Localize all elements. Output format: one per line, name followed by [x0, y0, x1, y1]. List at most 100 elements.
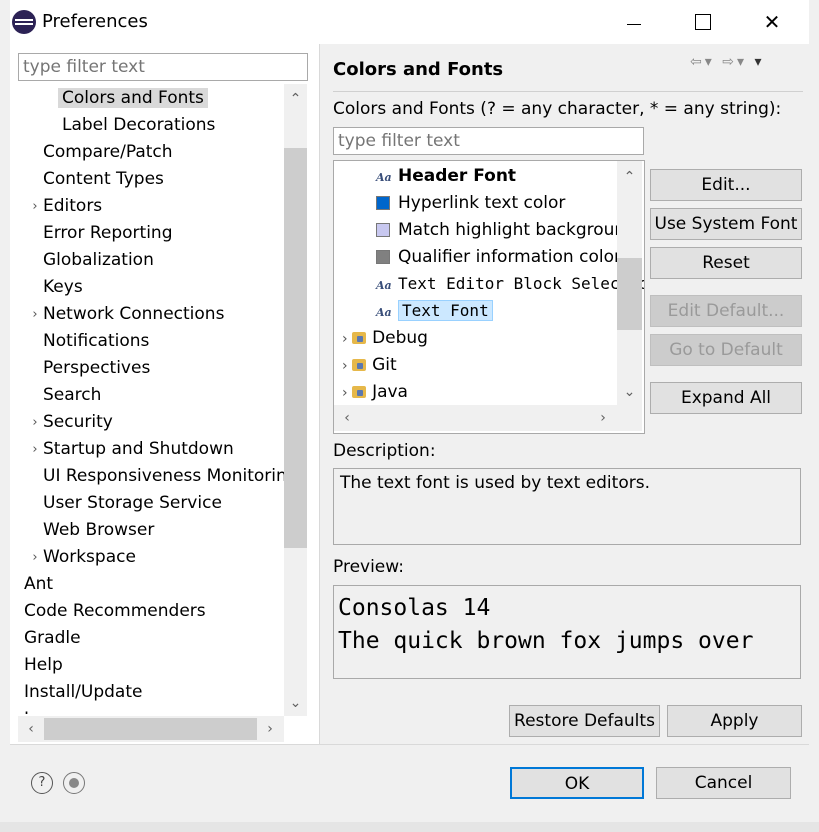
expand-all-button[interactable]: Expand All — [650, 382, 802, 414]
colors-tree-scroll-thumb[interactable] — [617, 258, 642, 330]
expand-arrow-icon[interactable]: › — [342, 331, 352, 347]
scroll-down-icon[interactable]: ⌄ — [284, 692, 307, 714]
expand-arrow-icon[interactable]: › — [18, 598, 23, 625]
tree-item-label: Search — [43, 385, 102, 405]
close-button[interactable]: ✕ — [749, 4, 795, 40]
tree-item-label: Content Types — [43, 169, 164, 189]
tree-item[interactable]: Content Types — [43, 166, 164, 193]
forward-menu-icon[interactable]: ▾ — [737, 54, 747, 70]
scroll-up-icon[interactable]: ⌃ — [284, 88, 307, 110]
background-right — [809, 0, 819, 832]
tree-item[interactable]: › Startup and Shutdown — [32, 436, 233, 463]
use-system-font-button[interactable]: Use System Font — [650, 208, 802, 240]
colors-scroll-right-icon[interactable]: › — [592, 407, 614, 429]
tree-item[interactable]: Globalization — [43, 247, 154, 274]
expand-arrow-icon[interactable]: › — [342, 358, 352, 374]
right-filter-input[interactable] — [334, 128, 643, 154]
expand-arrow-icon[interactable]: › — [342, 385, 352, 401]
tree-item[interactable]: › Security — [32, 409, 112, 436]
background-bottom — [0, 822, 819, 832]
forward-arrow-icon[interactable]: ⇨ — [722, 54, 737, 70]
tree-item-label: Compare/Patch — [43, 142, 173, 162]
color-font-item[interactable]: › Debug — [342, 325, 428, 351]
tree-item[interactable]: Notifications — [43, 328, 149, 355]
color-font-item[interactable]: Aa Header Font — [376, 163, 516, 189]
colors-scroll-left-icon[interactable]: ‹ — [336, 407, 358, 429]
font-icon: Aa — [376, 306, 392, 319]
ok-button[interactable]: OK — [510, 767, 644, 799]
tree-item-label: Web Browser — [43, 520, 155, 540]
tree-item-label: Workspace — [43, 547, 136, 567]
tree-item-label: Keys — [43, 277, 83, 297]
tree-item[interactable]: Colors and Fonts — [58, 85, 208, 112]
go-to-default-button[interactable]: Go to Default — [650, 334, 802, 366]
left-vertical-scroll-thumb[interactable] — [284, 148, 307, 548]
tree-item[interactable]: UI Responsiveness Monitoring — [43, 463, 284, 490]
color-font-item[interactable]: Aa Text Editor Block Selection Font — [376, 271, 644, 297]
left-filter-field[interactable] — [18, 53, 308, 81]
tree-item[interactable]: Error Reporting — [43, 220, 172, 247]
expand-arrow-icon[interactable]: › — [28, 409, 42, 436]
expand-arrow-icon[interactable]: › — [18, 706, 23, 714]
preference-tree[interactable]: Colors and Fonts Label Decorations Compare… — [18, 84, 284, 714]
left-horizontal-scroll-thumb[interactable] — [44, 718, 257, 740]
navigation-arrows[interactable]: ⇦▾ ⇨▾ ▾ — [690, 54, 764, 70]
expand-arrow-icon[interactable]: › — [28, 544, 42, 571]
maximize-button[interactable] — [680, 4, 726, 40]
edit-button[interactable]: Edit... — [650, 169, 802, 201]
tree-item[interactable]: Search — [43, 382, 101, 409]
tree-item[interactable]: User Storage Service — [43, 490, 222, 517]
colors-scroll-up-icon[interactable]: ⌃ — [617, 166, 642, 188]
expand-arrow-icon[interactable]: › — [18, 652, 23, 679]
record-icon[interactable] — [63, 772, 85, 794]
color-font-item[interactable]: › Java — [342, 379, 408, 405]
colors-fonts-tree[interactable]: Aa Header Font Hyperlink text color Match h… — [333, 160, 645, 434]
cancel-button[interactable]: Cancel — [656, 767, 791, 799]
expand-arrow-icon[interactable]: › — [28, 301, 42, 328]
tree-item[interactable]: ›Help — [18, 652, 63, 679]
tree-item[interactable]: Compare/Patch — [43, 139, 173, 166]
color-font-item[interactable]: Qualifier information color — [376, 244, 621, 270]
minimize-button[interactable] — [611, 4, 657, 40]
footer-separator — [10, 744, 809, 745]
back-menu-icon[interactable]: ▾ — [705, 54, 715, 70]
scroll-right-icon[interactable]: › — [259, 718, 281, 740]
edit-default-button[interactable]: Edit Default... — [650, 295, 802, 327]
tree-item-label: UI Responsiveness Monitoring — [43, 466, 284, 486]
right-filter-field[interactable] — [333, 127, 644, 155]
tree-item[interactable]: Web Browser — [43, 517, 154, 544]
color-font-item[interactable]: Match highlight background — [376, 217, 636, 243]
color-font-item[interactable]: › Git — [342, 352, 397, 378]
apply-button[interactable]: Apply — [667, 705, 802, 737]
expand-arrow-icon[interactable]: › — [28, 193, 42, 220]
tree-item[interactable]: › Workspace — [32, 544, 136, 571]
colors-scroll-down-icon[interactable]: ⌄ — [617, 381, 642, 403]
tree-item[interactable]: › Editors — [32, 193, 102, 220]
help-icon[interactable]: ? — [31, 772, 53, 794]
tree-item-label: Notifications — [43, 331, 150, 351]
view-menu-icon[interactable]: ▾ — [754, 54, 764, 70]
preview-line: The quick brown fox jumps over — [338, 628, 754, 654]
left-filter-input[interactable] — [19, 54, 307, 80]
back-arrow-icon[interactable]: ⇦ — [690, 54, 705, 70]
scroll-left-icon[interactable]: ‹ — [20, 718, 42, 740]
tree-item[interactable]: Label Decorations — [62, 112, 215, 139]
tree-item[interactable]: ›Java — [18, 706, 60, 714]
reset-button[interactable]: Reset — [650, 247, 802, 279]
tree-item[interactable]: Keys — [43, 274, 83, 301]
expand-arrow-icon[interactable]: › — [18, 571, 23, 598]
tree-item[interactable]: Gradle — [24, 625, 81, 652]
background-left — [0, 0, 10, 832]
color-font-item[interactable]: Aa Text Font — [376, 298, 493, 324]
tree-item[interactable]: › Network Connections — [32, 301, 224, 328]
tree-item[interactable]: ›Ant — [18, 571, 53, 598]
expand-arrow-icon[interactable]: › — [28, 436, 42, 463]
restore-defaults-button[interactable]: Restore Defaults — [509, 705, 660, 737]
tree-item[interactable]: ›Code Recommenders — [18, 598, 206, 625]
tree-item[interactable]: ›Install/Update — [18, 679, 142, 706]
page-title: Colors and Fonts — [333, 59, 504, 80]
color-font-item[interactable]: Hyperlink text color — [376, 190, 565, 216]
expand-arrow-icon[interactable]: › — [18, 679, 23, 706]
tree-item[interactable]: Perspectives — [43, 355, 150, 382]
color-font-item-label: Git — [372, 355, 397, 375]
